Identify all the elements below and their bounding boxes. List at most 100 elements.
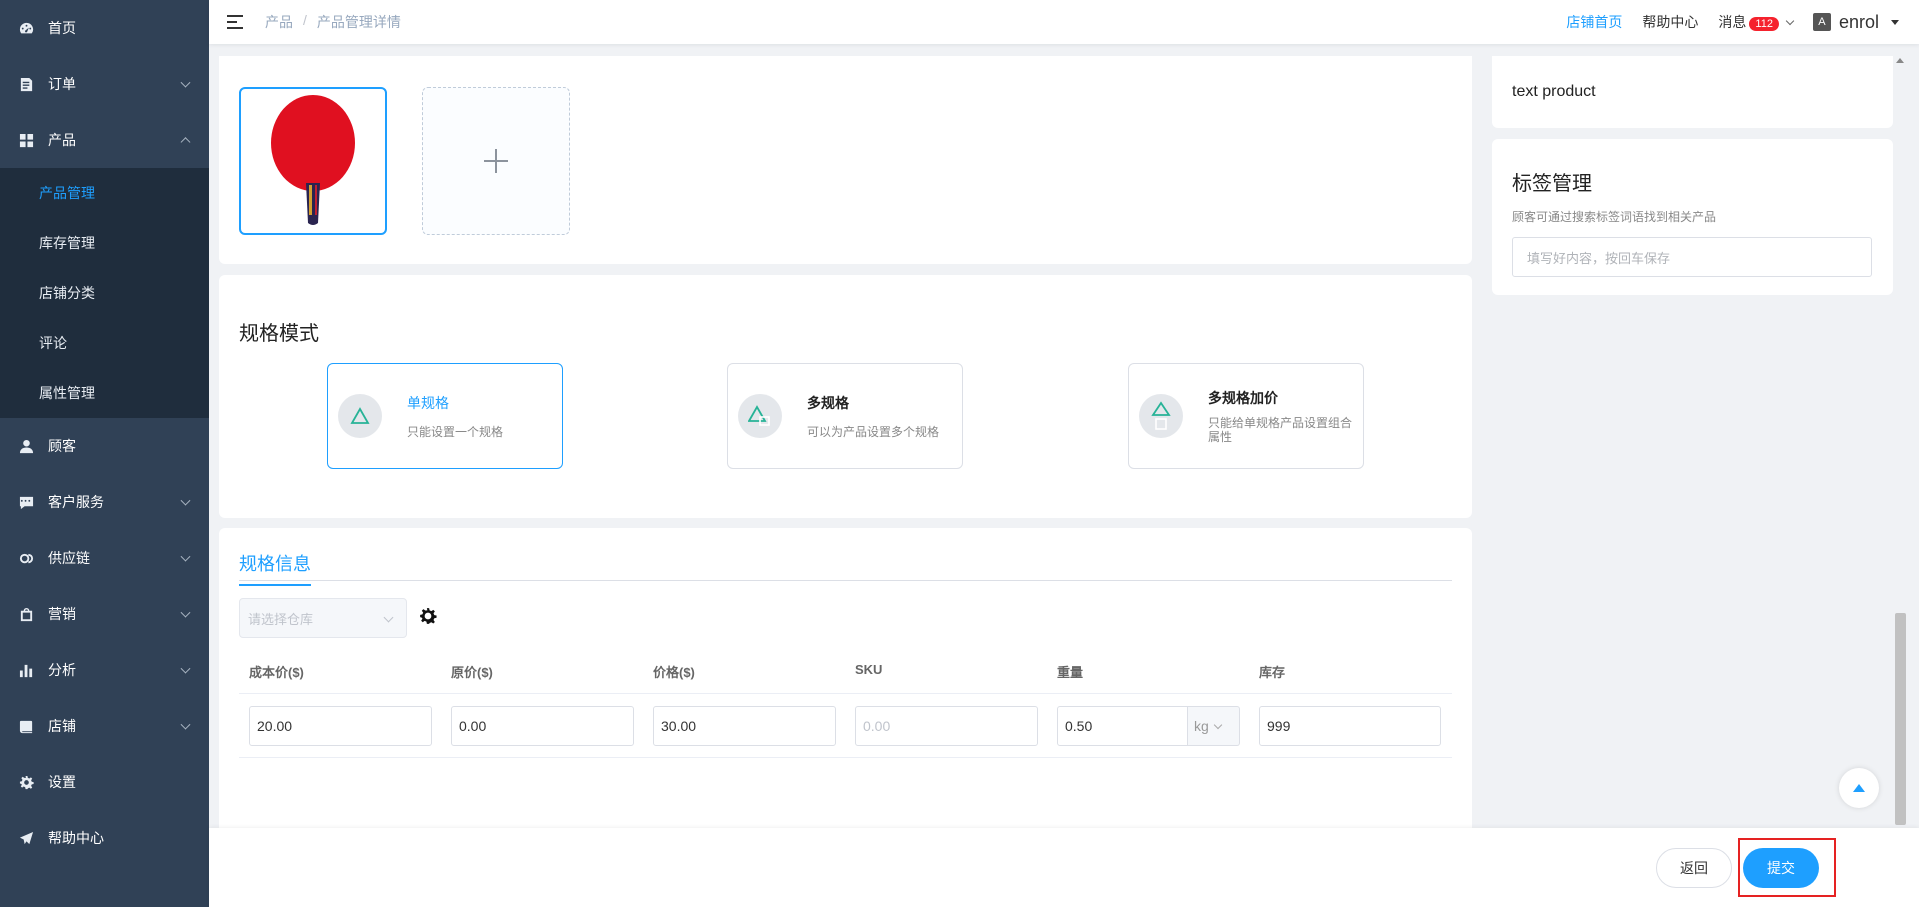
spec-option-multi[interactable]: 多规格 可以为产品设置多个规格 <box>727 363 963 469</box>
spec-option-name: 单规格 <box>407 395 449 411</box>
header-actions: 店铺首页 帮助中心 消息 112 A enrol <box>1566 0 1899 44</box>
submit-button[interactable]: 提交 <box>1743 848 1819 888</box>
plus-icon <box>484 149 508 173</box>
spec-option-single[interactable]: 单规格 只能设置一个规格 <box>327 363 563 469</box>
bag-icon <box>18 606 34 622</box>
sidebar: 首页 订单 产品 产品管理 库存管理 店铺分类 评论 属性管理 顾客 客户服务 … <box>0 0 209 907</box>
sidebar-item-label: 客户服务 <box>48 494 104 510</box>
price-input[interactable]: 30.00 <box>653 706 836 746</box>
chevron-down-icon <box>180 77 191 88</box>
submenu-item-attributes[interactable]: 属性管理 <box>0 368 209 418</box>
tags-description: 顾客可通过搜索标签词语找到相关产品 <box>1512 210 1717 224</box>
breadcrumb-item-products[interactable]: 产品 <box>265 12 293 32</box>
product-image[interactable] <box>239 87 387 235</box>
spec-mode-card: 规格模式 单规格 只能设置一个规格 多规格 可以为产品设置多个规格 多规格加价 … <box>219 275 1472 518</box>
weight-unit-select[interactable]: kg <box>1188 706 1240 746</box>
triangle-square-icon <box>1139 394 1183 438</box>
sidebar-item-label: 营销 <box>48 606 76 622</box>
chevron-down-icon <box>1785 16 1795 26</box>
spec-option-desc: 只能给单规格产品设置组合属性 <box>1208 416 1353 444</box>
sidebar-item-store[interactable]: 店铺 <box>0 698 209 754</box>
sidebar-item-customer-service[interactable]: 客户服务 <box>0 474 209 530</box>
sidebar-item-orders[interactable]: 订单 <box>0 56 209 112</box>
messages-label: 消息 <box>1718 14 1747 30</box>
help-center-link[interactable]: 帮助中心 <box>1642 12 1698 32</box>
sidebar-item-label: 首页 <box>48 20 76 36</box>
submenu-item-store-category[interactable]: 店铺分类 <box>0 268 209 318</box>
scroll-up-arrow-icon[interactable] <box>1896 58 1904 63</box>
sidebar-item-marketing[interactable]: 营销 <box>0 586 209 642</box>
column-header: 原价($) <box>451 665 493 680</box>
spec-option-name: 多规格加价 <box>1208 390 1278 406</box>
user-icon <box>18 438 34 454</box>
tab-divider <box>239 580 1452 581</box>
sidebar-item-supply-chain[interactable]: 供应链 <box>0 530 209 586</box>
chevron-up-icon <box>180 137 191 148</box>
bar-chart-icon <box>18 662 34 678</box>
sidebar-item-label: 供应链 <box>48 550 90 566</box>
sidebar-item-help[interactable]: 帮助中心 <box>0 810 209 866</box>
messages-menu[interactable]: 消息 112 <box>1718 12 1795 32</box>
tags-input[interactable]: 填写好内容，按回车保存 <box>1512 237 1872 277</box>
original-price-input[interactable]: 0.00 <box>451 706 634 746</box>
sidebar-item-settings[interactable]: 设置 <box>0 754 209 810</box>
chevron-down-icon <box>180 719 191 730</box>
add-image-button[interactable] <box>422 87 570 235</box>
submenu-item-product-management[interactable]: 产品管理 <box>0 168 209 218</box>
language-icon[interactable]: A <box>1812 13 1831 31</box>
table-row: 20.00 0.00 30.00 0.00 0.50 kg 999 <box>239 694 1452 758</box>
product-images-card <box>219 56 1472 264</box>
chevron-down-icon <box>180 663 191 674</box>
chevron-down-icon <box>383 612 394 623</box>
store-home-link[interactable]: 店铺首页 <box>1566 12 1622 32</box>
chevron-down-icon <box>180 551 191 562</box>
menu-toggle-icon[interactable] <box>227 15 243 29</box>
spec-option-multi-markup[interactable]: 多规格加价 只能给单规格产品设置组合属性 <box>1128 363 1364 469</box>
sidebar-item-products[interactable]: 产品 <box>0 112 209 168</box>
column-header: 成本价($) <box>249 665 304 680</box>
back-button[interactable]: 返回 <box>1656 848 1732 888</box>
spec-option-desc: 只能设置一个规格 <box>407 425 504 439</box>
submenu-item-inventory[interactable]: 库存管理 <box>0 218 209 268</box>
user-menu[interactable]: A enrol <box>1812 12 1899 33</box>
sidebar-item-label: 店铺 <box>48 718 76 734</box>
arrow-up-icon <box>1853 784 1865 792</box>
gear-icon[interactable] <box>419 607 437 625</box>
spec-table-header: 成本价($) 原价($) 价格($) SKU 重量 库存 <box>239 646 1452 694</box>
dashboard-icon <box>18 20 34 36</box>
weight-input[interactable]: 0.50 <box>1057 706 1188 746</box>
tags-card: 标签管理 顾客可通过搜索标签词语找到相关产品 填写好内容，按回车保存 <box>1492 139 1893 295</box>
breadcrumb-item-current: 产品管理详情 <box>316 14 401 30</box>
spec-option-name: 多规格 <box>807 395 849 411</box>
sidebar-item-analytics[interactable]: 分析 <box>0 642 209 698</box>
cost-price-input[interactable]: 20.00 <box>249 706 432 746</box>
product-submenu: 产品管理 库存管理 店铺分类 评论 属性管理 <box>0 168 209 418</box>
page-scrollbar[interactable] <box>1893 50 1909 828</box>
sidebar-item-label: 设置 <box>48 774 76 790</box>
back-to-top-button[interactable] <box>1839 768 1879 808</box>
warehouse-select[interactable]: 请选择仓库 <box>239 598 407 638</box>
footer-actions: 返回 提交 <box>209 828 1919 907</box>
warehouse-placeholder: 请选择仓库 <box>248 611 314 627</box>
sidebar-item-label: 订单 <box>48 76 76 92</box>
caret-down-icon <box>1891 19 1899 25</box>
store-icon <box>18 718 34 734</box>
stock-input[interactable]: 999 <box>1259 706 1441 746</box>
sidebar-item-customers[interactable]: 顾客 <box>0 418 209 474</box>
order-icon <box>18 76 34 92</box>
submenu-item-reviews[interactable]: 评论 <box>0 318 209 368</box>
spec-info-card: 规格信息 请选择仓库 成本价($) 原价($) 价格($) SKU 重量 库存 … <box>219 528 1472 828</box>
spec-mode-title: 规格模式 <box>239 323 319 345</box>
breadcrumb: 产品 / 产品管理详情 <box>265 12 401 32</box>
scrollbar-thumb[interactable] <box>1895 613 1906 825</box>
link-icon <box>18 550 34 566</box>
triangle-icon <box>338 394 382 438</box>
sidebar-item-home[interactable]: 首页 <box>0 0 209 56</box>
chevron-down-icon <box>180 495 191 506</box>
column-header: 库存 <box>1259 665 1286 680</box>
sku-input[interactable]: 0.00 <box>855 706 1038 746</box>
column-header: 重量 <box>1057 665 1084 680</box>
spec-option-desc: 可以为产品设置多个规格 <box>807 425 940 439</box>
column-header: SKU <box>855 662 883 677</box>
breadcrumb-separator: / <box>303 12 307 28</box>
